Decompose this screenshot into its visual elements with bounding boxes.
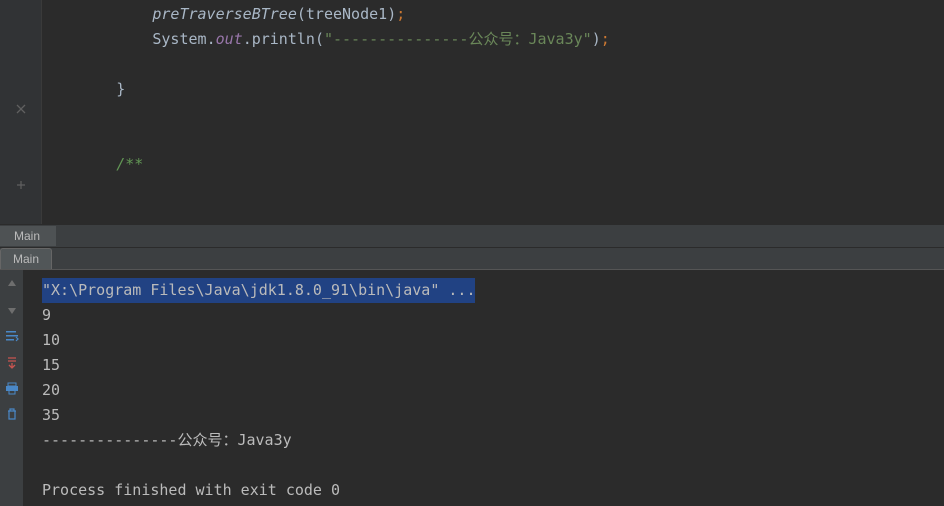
tab-main[interactable]: Main <box>0 226 56 246</box>
code-editor[interactable]: preTraverseBTree(treeNode1); System.out.… <box>0 0 944 224</box>
code-line: preTraverseBTree(treeNode1); <box>44 2 944 27</box>
editor-gutter <box>0 0 42 224</box>
code-line: System.out.println("---------------公众号：J… <box>44 27 944 52</box>
console-line: ---------------公众号：Java3y <box>42 428 944 453</box>
run-tool-tabs: Main <box>0 224 944 248</box>
sub-tab-main[interactable]: Main <box>0 248 52 269</box>
console-toolbar <box>0 270 24 506</box>
console-line: 15 <box>42 353 944 378</box>
console-line <box>42 453 944 478</box>
console-line: 20 <box>42 378 944 403</box>
fold-marker-icon[interactable] <box>16 104 26 117</box>
code-line <box>44 102 944 127</box>
print-icon[interactable] <box>4 380 20 396</box>
fold-marker-icon[interactable] <box>16 180 26 193</box>
console-exit-line: Process finished with exit code 0 <box>42 478 944 503</box>
down-arrow-icon[interactable] <box>4 302 20 318</box>
code-line: } <box>44 77 944 102</box>
console-command-line: "X:\Program Files\Java\jdk1.8.0_91\bin\j… <box>42 278 944 303</box>
console-line: 10 <box>42 328 944 353</box>
code-line: /** <box>44 152 944 177</box>
clear-all-icon[interactable] <box>4 406 20 422</box>
console-output[interactable]: "X:\Program Files\Java\jdk1.8.0_91\bin\j… <box>24 270 944 506</box>
scroll-to-end-icon[interactable] <box>4 354 20 370</box>
console-line: 35 <box>42 403 944 428</box>
code-content[interactable]: preTraverseBTree(treeNode1); System.out.… <box>42 0 944 224</box>
up-arrow-icon[interactable] <box>4 276 20 292</box>
run-sub-tabs: Main <box>0 248 944 270</box>
console-line: 9 <box>42 303 944 328</box>
soft-wrap-icon[interactable] <box>4 328 20 344</box>
console-panel: "X:\Program Files\Java\jdk1.8.0_91\bin\j… <box>0 270 944 506</box>
code-line <box>44 127 944 152</box>
code-line <box>44 52 944 77</box>
